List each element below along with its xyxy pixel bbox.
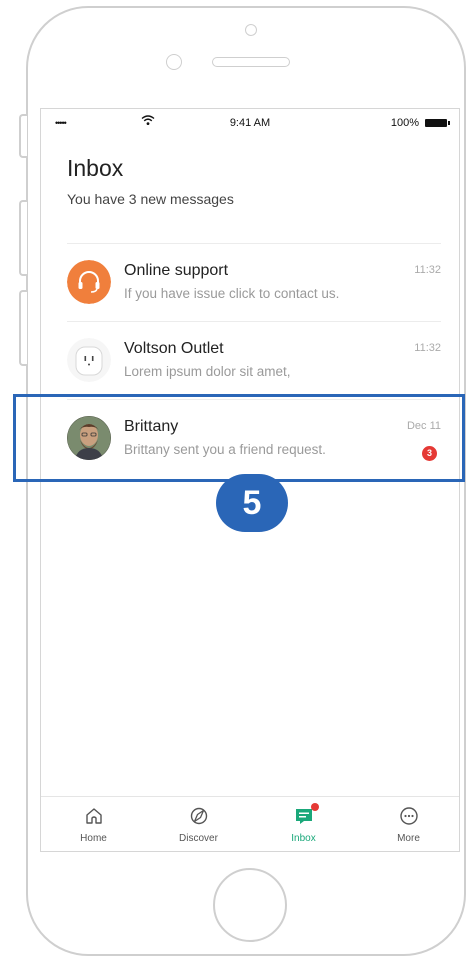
- tab-bar: Home Discover Inbox More: [41, 796, 459, 851]
- proximity-sensor: [166, 54, 182, 70]
- message-preview: If you have issue click to contact us.: [124, 286, 340, 301]
- highlight-box: [13, 394, 465, 482]
- tab-home[interactable]: Home: [41, 797, 146, 851]
- battery-percentage: 100%: [390, 117, 419, 129]
- more-icon: [399, 807, 418, 825]
- tab-label: Home: [80, 833, 107, 844]
- battery-icon: [425, 119, 450, 127]
- tab-discover[interactable]: Discover: [146, 797, 251, 851]
- volume-down-button: [19, 290, 27, 366]
- tab-label: More: [397, 833, 420, 844]
- step-number-badge: 5: [216, 474, 288, 532]
- front-camera: [245, 24, 257, 36]
- page-title: Inbox: [67, 155, 124, 181]
- inbox-notification-dot: [311, 803, 319, 811]
- compass-icon: [190, 807, 207, 825]
- message-row-online-support[interactable]: Online support If you have issue click t…: [67, 243, 441, 321]
- headset-icon: [67, 260, 111, 304]
- message-preview: Lorem ipsum dolor sit amet,: [124, 364, 291, 379]
- smart-plug-icon: [67, 338, 111, 382]
- tab-more[interactable]: More: [356, 797, 459, 851]
- status-bar: ••••• 9:41 AM 100%: [41, 109, 459, 137]
- tab-inbox[interactable]: Inbox: [251, 797, 356, 851]
- page-subtitle: You have 3 new messages: [67, 191, 234, 207]
- message-row-voltson-outlet[interactable]: Voltson Outlet Lorem ipsum dolor sit ame…: [67, 321, 441, 399]
- earpiece-speaker: [212, 57, 290, 67]
- sender-name: Voltson Outlet: [124, 340, 224, 357]
- home-button[interactable]: [213, 868, 287, 942]
- sender-name: Online support: [124, 262, 229, 279]
- home-icon: [85, 808, 102, 824]
- volume-up-button: [19, 200, 27, 276]
- mute-switch: [19, 114, 27, 158]
- tab-label: Discover: [179, 833, 218, 844]
- inbox-icon: [295, 809, 312, 824]
- tab-label: Inbox: [291, 833, 316, 844]
- message-time: 11:32: [414, 264, 441, 276]
- message-time: 11:32: [414, 342, 441, 354]
